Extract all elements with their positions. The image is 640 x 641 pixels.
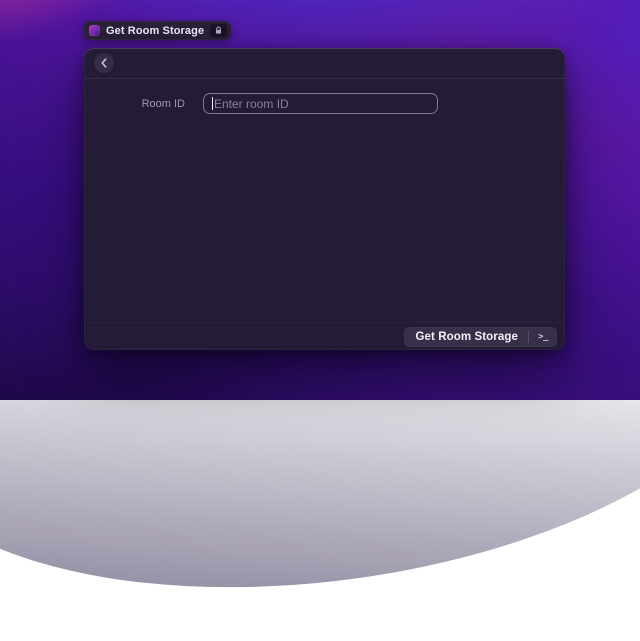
chevron-left-icon (100, 58, 108, 68)
lock-icon (214, 26, 223, 35)
command-pill-badge (210, 24, 227, 37)
action-button-divider (528, 331, 529, 343)
terminal-prompt-icon: >_ (532, 330, 554, 344)
window-footer: Get Room Storage >_ (84, 322, 565, 350)
extension-icon (89, 25, 100, 36)
window-header (84, 48, 565, 79)
app-window: Room ID Get Room Storage >_ (84, 48, 565, 350)
form-area: Room ID (84, 79, 565, 114)
command-pill: Get Room Storage (84, 21, 231, 40)
form-row-room-id: Room ID (84, 93, 543, 114)
back-button[interactable] (94, 53, 114, 73)
command-pill-label: Get Room Storage (106, 25, 204, 37)
action-button-label: Get Room Storage (415, 331, 518, 343)
room-id-input[interactable] (203, 93, 438, 114)
room-id-label: Room ID (84, 98, 203, 110)
room-id-input-wrap (203, 93, 438, 114)
get-room-storage-button[interactable]: Get Room Storage >_ (404, 327, 557, 347)
